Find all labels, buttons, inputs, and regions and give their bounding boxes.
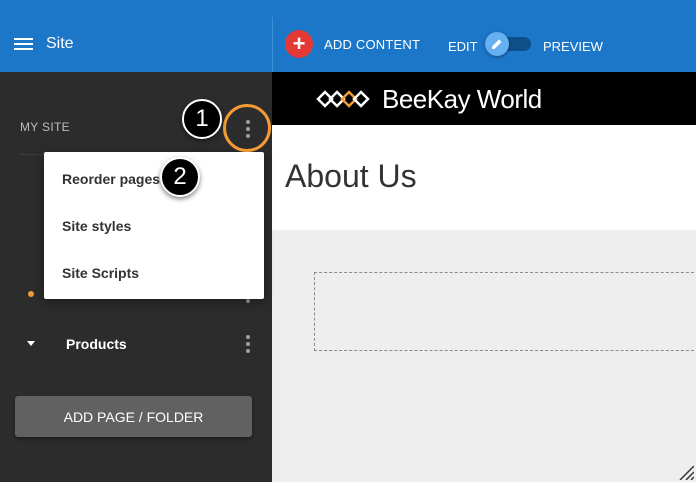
pencil-icon bbox=[492, 39, 502, 49]
site-header-banner: BeeKay World bbox=[272, 72, 696, 125]
title-section: About Us bbox=[272, 125, 696, 230]
caret-down-icon[interactable] bbox=[27, 341, 35, 346]
preview-label: PREVIEW bbox=[543, 39, 603, 54]
highlight-ring bbox=[223, 104, 271, 152]
menu-item-reorder-pages[interactable]: Reorder pages bbox=[62, 171, 160, 187]
edit-preview-toggle[interactable] bbox=[485, 32, 533, 56]
sidebar-title: Site bbox=[46, 35, 74, 52]
brand-name: BeeKay World bbox=[382, 84, 542, 114]
add-content-plus-icon[interactable]: + bbox=[285, 30, 313, 58]
page-label: Products bbox=[66, 336, 127, 352]
my-site-label: MY SITE bbox=[20, 120, 70, 134]
content-drop-zone[interactable] bbox=[314, 272, 696, 351]
step-callout-2: 2 bbox=[160, 157, 200, 197]
edit-label: EDIT bbox=[448, 39, 478, 54]
top-strip bbox=[0, 0, 696, 17]
active-page-dot-icon bbox=[28, 291, 34, 297]
menu-item-site-styles[interactable]: Site styles bbox=[62, 218, 131, 234]
menu-item-site-scripts[interactable]: Site Scripts bbox=[62, 265, 139, 281]
main-toolbar: + ADD CONTENT EDIT PREVIEW bbox=[272, 17, 696, 72]
resize-handle-icon[interactable] bbox=[678, 464, 694, 480]
page-item-products[interactable]: Products bbox=[0, 330, 272, 360]
sidebar-header: Site bbox=[0, 17, 272, 72]
hamburger-menu-icon[interactable] bbox=[14, 38, 33, 52]
page-canvas: BeeKay World About Us bbox=[272, 72, 696, 482]
add-page-folder-button[interactable]: ADD PAGE / FOLDER bbox=[15, 396, 252, 437]
beekay-logo-icon bbox=[316, 90, 370, 108]
site-options-menu: Reorder pages Site styles Site Scripts bbox=[44, 152, 264, 299]
page-title: About Us bbox=[285, 158, 417, 194]
add-content-button[interactable]: ADD CONTENT bbox=[324, 37, 420, 52]
toggle-knob[interactable] bbox=[485, 32, 509, 56]
app-root: Site MY SITE About Us Products ADD PAGE … bbox=[0, 0, 696, 482]
step-callout-1: 1 bbox=[182, 99, 222, 139]
page-options-icon[interactable] bbox=[238, 334, 258, 354]
